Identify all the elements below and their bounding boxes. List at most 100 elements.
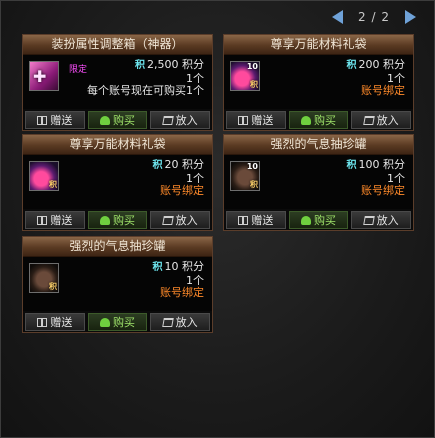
cart-icon [161,318,174,327]
buy-button[interactable]: 购买 [288,111,349,129]
purple-box-icon[interactable]: ✚ [29,61,59,91]
item-info: 积 20 积分 1个 账号绑定 [152,158,205,198]
buy-button[interactable]: 购买 [288,211,349,229]
buy-label: 购买 [314,214,336,227]
item-price: 200 积分 [358,58,406,71]
shop-item-card: 尊享万能材料礼袋 积 积 20 积分 1个 账号绑定 赠送 购买 放入 [22,134,213,231]
item-title: 强烈的气息抽珍罐 [224,135,413,155]
buy-button[interactable]: 购买 [87,111,148,129]
limited-tag: 限定 [69,65,88,75]
cart-label: 放入 [376,214,399,227]
gift-button[interactable]: 赠送 [25,111,85,129]
add-to-cart-button[interactable]: 放入 [150,111,211,129]
add-to-cart-button[interactable]: 放入 [150,313,211,331]
item-note: 每个账号现在可购买1个 [87,84,204,97]
price-line: 积 200 积分 [346,58,406,73]
item-count: 10 [246,162,258,171]
item-price: 20 积分 [164,158,205,171]
item-info: 积 100 积分 1个 账号绑定 [346,158,406,198]
add-to-cart-button[interactable]: 放入 [150,211,211,229]
gift-label: 赠送 [50,316,73,329]
item-info: 积 2,500 积分 1个 每个账号现在可购买1个 [87,58,204,98]
buy-label: 购买 [113,114,135,127]
buy-icon [301,216,311,225]
account-bound-label: 账号绑定 [361,84,405,97]
buy-icon [100,318,110,327]
account-bound-label: 账号绑定 [361,184,405,197]
gift-icon [238,116,249,125]
points-tag: 积 [49,282,57,291]
material-bag-icon[interactable]: 10 积 [230,61,260,91]
gift-label: 赠送 [251,114,274,127]
points-icon: 积 [152,160,163,171]
jar-icon[interactable]: 10 积 [230,161,260,191]
gift-label: 赠送 [50,114,73,127]
add-to-cart-button[interactable]: 放入 [351,111,412,129]
price-line: 积 10 积分 [152,260,205,275]
item-body: 积 积 10 积分 1个 账号绑定 [23,257,212,311]
gift-icon [238,216,249,225]
gift-button[interactable]: 赠送 [25,211,85,229]
gift-icon [37,116,48,125]
cart-icon [161,116,174,125]
item-actions: 赠送 购买 放入 [226,211,412,229]
cart-label: 放入 [175,316,198,329]
page-indicator: 2 / 2 [358,10,390,24]
item-title: 尊享万能材料礼袋 [23,135,212,155]
item-actions: 赠送 购买 放入 [25,111,211,129]
gift-button[interactable]: 赠送 [226,211,286,229]
shop-item-card: 强烈的气息抽珍罐 10 积 积 100 积分 1个 账号绑定 赠送 购买 放入 [223,134,414,231]
cart-icon [362,116,375,125]
prev-page-icon[interactable] [332,10,343,24]
item-actions: 赠送 购买 放入 [25,211,211,229]
points-icon: 积 [135,60,145,71]
shop-item-card: 尊享万能材料礼袋 10 积 积 200 积分 1个 账号绑定 赠送 购买 放入 [223,34,414,131]
price-line: 积 100 积分 [346,158,406,173]
gift-label: 赠送 [251,214,274,227]
item-glyph: ✚ [33,67,47,86]
pager: 2 / 2 [332,7,416,27]
next-page-icon[interactable] [404,10,416,24]
account-bound-label: 账号绑定 [160,286,204,299]
buy-label: 购买 [113,316,135,329]
shop-item-card: 强烈的气息抽珍罐 积 积 10 积分 1个 账号绑定 赠送 购买 放入 [22,236,213,333]
item-actions: 赠送 购买 放入 [226,111,412,129]
gift-label: 赠送 [50,214,73,227]
gift-button[interactable]: 赠送 [226,111,286,129]
account-bound-label: 账号绑定 [160,184,204,197]
cart-label: 放入 [376,114,399,127]
item-title: 强烈的气息抽珍罐 [23,237,212,257]
cart-icon [362,216,375,225]
item-title: 装扮属性调整箱（神器） [23,35,212,55]
price-line: 积 20 积分 [152,158,205,173]
points-icon: 积 [346,60,357,71]
item-title: 尊享万能材料礼袋 [224,35,413,55]
item-info: 积 10 积分 1个 账号绑定 [152,260,205,300]
buy-button[interactable]: 购买 [87,211,148,229]
gift-icon [37,216,48,225]
material-bag-icon[interactable]: 积 [29,161,59,191]
item-body: 积 积 20 积分 1个 账号绑定 [23,155,212,209]
item-actions: 赠送 购买 放入 [25,313,211,331]
cart-icon [161,216,174,225]
cart-label: 放入 [175,214,198,227]
cart-label: 放入 [175,114,198,127]
points-icon: 积 [152,262,163,273]
item-body: 10 积 积 200 积分 1个 账号绑定 [224,55,413,109]
buy-button[interactable]: 购买 [87,313,148,331]
gift-button[interactable]: 赠送 [25,313,85,331]
gift-icon [37,318,48,327]
item-price: 2,500 积分 [147,58,204,71]
buy-icon [100,216,110,225]
points-tag: 积 [250,80,258,89]
points-tag: 积 [49,180,57,189]
points-tag: 积 [250,180,258,189]
points-icon: 积 [346,160,357,171]
shop-panel: 2 / 2 装扮属性调整箱（神器） ✚ 限定 积 2,500 积分 1个 每个账号… [0,0,435,438]
item-info: 积 200 积分 1个 账号绑定 [346,58,406,98]
jar-icon[interactable]: 积 [29,263,59,293]
item-price: 100 积分 [358,158,406,171]
add-to-cart-button[interactable]: 放入 [351,211,412,229]
buy-icon [301,116,311,125]
price-line: 积 2,500 积分 [87,58,204,73]
